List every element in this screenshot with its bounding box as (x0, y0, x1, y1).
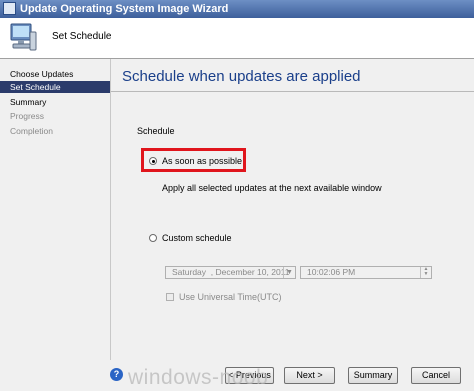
window-title: Update Operating System Image Wizard (20, 3, 229, 15)
nav-item-progress: Progress (10, 111, 45, 121)
utc-checkbox (166, 293, 174, 301)
date-day: Saturday (172, 267, 207, 277)
heading-divider (111, 91, 474, 92)
page-heading: Schedule when updates are applied (122, 68, 361, 85)
summary-button[interactable]: Summary (348, 367, 398, 384)
asap-description: Apply all selected updates at the next a… (162, 183, 382, 193)
next-button[interactable]: Next > (284, 367, 335, 384)
title-bar: Update Operating System Image Wizard (0, 0, 474, 18)
custom-schedule-radio[interactable] (149, 234, 157, 242)
schedule-label: Schedule (137, 126, 175, 136)
time-value: 10:02:06 PM (307, 267, 356, 277)
time-spinner-icon: ▲ ▼ (420, 267, 431, 278)
date-picker: Saturday , December 10, 2011 ▼ (165, 266, 296, 279)
step-title: Set Schedule (52, 31, 112, 42)
watermark: windows-noob (128, 366, 269, 389)
cancel-button[interactable]: Cancel (411, 367, 461, 384)
wizard-nav: Choose Updates Set Schedule Summary Prog… (0, 59, 110, 391)
help-icon[interactable]: ? (110, 368, 123, 381)
main-panel: Schedule when updates are applied Schedu… (110, 59, 474, 360)
date-value: , December 10, 2011 (210, 267, 290, 277)
highlight-box (141, 148, 246, 172)
chevron-down-icon: ▼ (283, 267, 295, 278)
wizard-header: Set Schedule (0, 18, 474, 59)
wizard-icon (3, 2, 16, 15)
time-picker: 10:02:06 PM ▲ ▼ (300, 266, 432, 279)
nav-item-completion: Completion (10, 126, 53, 136)
custom-schedule-label[interactable]: Custom schedule (162, 233, 232, 243)
nav-item-summary[interactable]: Summary (0, 96, 110, 108)
nav-item-set-schedule[interactable]: Set Schedule (0, 81, 110, 93)
computer-icon (10, 23, 37, 51)
utc-label: Use Universal Time(UTC) (179, 292, 282, 302)
nav-item-choose-updates[interactable]: Choose Updates (0, 68, 110, 80)
